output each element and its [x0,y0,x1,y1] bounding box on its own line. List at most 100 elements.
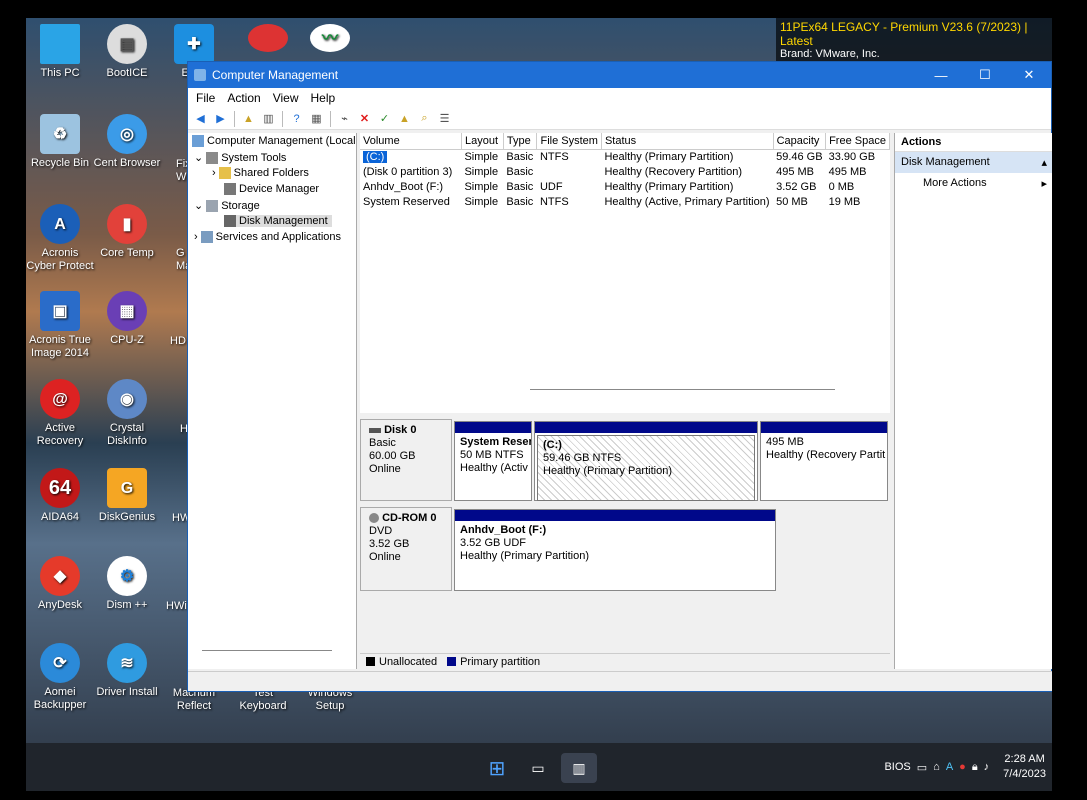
title-bar[interactable]: Computer Management — ☐ ✕ [188,62,1051,88]
tray-vm-icon[interactable]: ▭ [917,761,927,774]
volume-table-header: Volume Layout Type File System Status Ca… [360,133,890,150]
desktop-icon-driver-install[interactable]: ≋ Driver Install [93,643,161,699]
back-arrow-icon[interactable]: ◀ [192,110,209,127]
tree-shared-folders[interactable]: › Shared Folders [212,167,309,179]
cell-free-space: 0 MB [828,180,855,193]
desktop-icon-dism[interactable]: ⚙ Dism ++ [93,556,161,612]
menu-help[interactable]: Help [311,91,336,105]
desktop-icon-diskgenius[interactable]: G DiskGenius [93,468,161,524]
menu-view[interactable]: View [273,91,299,105]
show-hide-tree-icon[interactable]: ▥ [260,110,277,127]
desktop-icon-cent-browser[interactable]: ◎ Cent Browser [93,114,161,170]
desktop-icon-bootice[interactable]: ▤ BootICE [93,24,161,80]
tree-disk-management[interactable]: Disk Management [224,215,332,227]
partition-c[interactable]: (C:) 59.46 GB NTFS Healthy (Primary Part… [534,421,758,501]
partition-anhdv-boot[interactable]: Anhdv_Boot (F:) 3.52 GB UDF Healthy (Pri… [454,509,776,591]
tray-bios-label[interactable]: BIOS [884,761,910,773]
desktop: This PC ♻ Recycle Bin A Acronis Cyber Pr… [26,18,1052,791]
properties-icon[interactable]: ▦ [308,110,325,127]
column-type[interactable]: Type [503,133,538,150]
connect-icon[interactable]: ⌁ [336,110,353,127]
table-row[interactable]: Anhdv_Boot (F:) Simple Basic UDF Healthy… [360,179,890,194]
hard-disk-icon [369,427,381,433]
desktop-icon-acronis-true-image[interactable]: ▣ Acronis True Image 2014 [26,291,94,360]
list-view-icon[interactable]: ☰ [436,110,453,127]
cell-capacity: 50 MB [776,195,808,208]
desktop-icon-partition[interactable] [234,24,302,55]
tray-a-icon[interactable]: A [946,761,953,773]
tray-record-icon[interactable]: ● [959,761,966,773]
diskgenius-icon: G [107,468,147,508]
column-volume[interactable]: Volume [360,133,462,150]
chevron-down-icon: ⌄ [194,152,204,164]
column-layout[interactable]: Layout [461,133,504,150]
desktop-icon-anydesk[interactable]: ◆ AnyDesk [26,556,94,612]
desktop-icon-aomei[interactable]: ⟳ Aomei Backupper [26,643,94,712]
cell-volume: Anhdv_Boot (F:) [363,180,444,193]
legend: Unallocated Primary partition [360,653,890,669]
column-status[interactable]: Status [601,133,774,150]
actions-section-disk-management[interactable]: Disk Management ▴ [895,152,1052,173]
cell-status: Healthy (Primary Partition) [604,180,734,193]
forward-arrow-icon[interactable]: ▶ [212,110,229,127]
table-horizontal-scrollbar[interactable] [530,389,835,392]
tree-services[interactable]: › Services and Applications [194,231,341,243]
tray-network-icon[interactable]: ⌂ [933,761,940,773]
tree-root[interactable]: Computer Management (Local [192,135,356,147]
partition-recovery[interactable]: 495 MB Healthy (Recovery Partit [760,421,888,501]
partition-icon [248,24,288,52]
system-tray: BIOS ▭ ⌂ A ● 🔒︎ ♪ 2:28 AM 7/4/2023 [884,743,1046,791]
tree-device-manager[interactable]: Device Manager [224,183,319,195]
desktop-icon-cpu-z[interactable]: ▦ CPU-Z [93,291,161,347]
desktop-icon-core-temp[interactable]: ▮ Core Temp [93,204,161,260]
tree-storage[interactable]: ⌄ Storage [194,199,260,212]
desktop-icon-aida64[interactable]: 64 AIDA64 [26,468,94,524]
maximize-button[interactable]: ☐ [963,62,1007,88]
desktop-icon-this-pc[interactable]: This PC [26,24,94,80]
recycle-bin-icon: ♻ [40,114,80,154]
desktop-icon-crystal-diskinfo[interactable]: ◉ Crystal DiskInfo [93,379,161,448]
cell-file-system: UDF [539,180,563,193]
close-button[interactable]: ✕ [1007,62,1051,88]
tray-lock-icon[interactable]: 🔒︎ [972,761,978,774]
check-icon[interactable]: ✓ [376,110,393,127]
disk-management-pane: Volume Layout Type File System Status Ca… [360,133,890,669]
help-icon[interactable]: ? [288,110,305,127]
start-button[interactable]: ⊞ [482,753,512,783]
easeus-icon: ✚ [174,24,214,64]
browser-icon: ◎ [107,114,147,154]
thermometer-icon: ▮ [107,204,147,244]
taskbar-app-computer-management[interactable]: ▥ [561,753,597,783]
column-capacity[interactable]: Capacity [773,133,827,150]
more-actions-item[interactable]: More Actions ▸ [895,173,1052,194]
disk-0-header[interactable]: Disk 0 Basic 60.00 GB Online [360,419,452,501]
partition-system-reserved[interactable]: System Reser 50 MB NTFS Healthy (Activ [454,421,532,501]
tray-volume-icon[interactable]: ♪ [984,761,990,773]
horizontal-scrollbar[interactable] [202,650,332,653]
cell-free-space: 33.90 GB [828,150,876,163]
computer-management-window: Computer Management — ☐ ✕ File Action Vi… [187,61,1052,692]
up-folder-icon[interactable]: ▲ [240,110,257,127]
desktop-icon-active-recovery[interactable]: @ Active Recovery [26,379,94,448]
column-free-space[interactable]: Free Space [825,133,890,150]
desktop-icon-recycle-bin[interactable]: ♻ Recycle Bin [26,114,94,170]
folder-up-icon[interactable]: ▲ [396,110,413,127]
clock[interactable]: 2:28 AM 7/4/2023 [1003,752,1046,782]
cell-file-system: NTFS [539,195,569,208]
taskbar-app-drive[interactable]: ▭ [523,753,553,783]
table-row[interactable]: (Disk 0 partition 3) Simple Basic Health… [360,164,890,179]
tree-system-tools[interactable]: ⌄ System Tools [194,151,286,164]
delete-icon[interactable]: ✕ [356,110,373,127]
desktop-icon-health[interactable]: 〰 [296,24,364,55]
cell-type: Basic [506,180,534,193]
desktop-icon-acronis[interactable]: A Acronis Cyber Protect [26,204,94,273]
column-file-system[interactable]: File System [536,133,602,150]
menu-action[interactable]: Action [227,91,260,105]
table-row[interactable]: System Reserved Simple Basic NTFS Health… [360,194,890,209]
cdrom-0-header[interactable]: CD-ROM 0 DVD 3.52 GB Online [360,507,452,591]
table-row[interactable]: (C:) Simple Basic NTFS Healthy (Primary … [360,149,890,164]
search-folder-icon[interactable]: ⌕ [416,110,433,127]
menu-file[interactable]: File [196,91,215,105]
minimize-button[interactable]: — [919,62,963,88]
toolbar-separator [330,110,331,127]
